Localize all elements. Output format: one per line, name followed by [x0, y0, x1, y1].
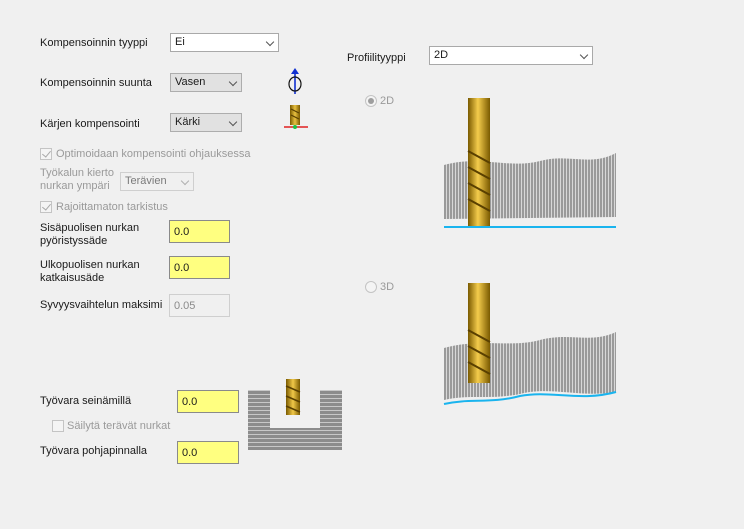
- floor-stock-input[interactable]: [177, 441, 239, 464]
- profile-type-label: Profiilityyppi: [347, 52, 406, 64]
- inner-radius-input[interactable]: [169, 220, 230, 243]
- wall-stock-input[interactable]: [177, 390, 239, 413]
- tip-compensation-select[interactable]: Kärki: [170, 113, 242, 132]
- profile-3d-label: 3D: [380, 281, 395, 293]
- outer-chamfer-label-line1: Ulkopuolisen nurkan: [40, 259, 140, 271]
- corner-rotation-select[interactable]: Terävien: [120, 172, 194, 191]
- inner-radius-label-line1: Sisäpuolisen nurkan: [40, 222, 140, 234]
- profile-3d-illustration: [443, 283, 617, 405]
- radio-selected-dot: [368, 98, 374, 104]
- compensation-direction-icon: [288, 68, 302, 94]
- depth-variation-input[interactable]: [169, 294, 230, 317]
- compensation-direction-label: Kompensoinnin suunta: [40, 77, 152, 89]
- outer-chamfer-input[interactable]: [169, 256, 230, 279]
- chevron-down-icon: [228, 77, 238, 87]
- compensation-type-value: Ei: [175, 36, 185, 48]
- checkmark-icon: [42, 201, 51, 211]
- corner-rotation-label-line1: Työkalun kierto: [40, 167, 114, 179]
- profile-type-value: 2D: [434, 49, 449, 61]
- profile-3d-radio[interactable]: [365, 281, 377, 293]
- tip-compensation-label: Kärjen kompensointi: [40, 118, 140, 130]
- chevron-down-icon: [228, 117, 238, 127]
- checkmark-icon: [42, 148, 51, 158]
- sharp-corners-label: Säilytä terävät nurkat: [67, 420, 171, 432]
- outer-chamfer-label-line2: katkaisusäde: [40, 272, 105, 284]
- tip-compensation-value: Kärki: [175, 116, 201, 128]
- compensation-type-label: Kompensoinnin tyyppi: [40, 37, 148, 49]
- compensation-direction-select[interactable]: Vasen: [170, 73, 242, 92]
- tool-tip-icon: [284, 105, 308, 129]
- sharp-corners-checkbox[interactable]: [52, 420, 64, 432]
- corner-rotation-value: Terävien: [125, 175, 167, 187]
- chevron-down-icon: [579, 50, 589, 60]
- profile-2d-label: 2D: [380, 95, 395, 107]
- stock-illustration: [248, 379, 342, 450]
- unlimited-check-checkbox[interactable]: [40, 201, 52, 213]
- chevron-down-icon: [265, 37, 275, 47]
- profile-2d-radio[interactable]: [365, 95, 377, 107]
- corner-rotation-label-line2: nurkan ympäri: [40, 180, 110, 192]
- compensation-type-select[interactable]: Ei: [170, 33, 279, 52]
- compensation-direction-value: Vasen: [175, 76, 206, 88]
- optimize-compensation-checkbox[interactable]: [40, 148, 52, 160]
- floor-stock-label: Työvara pohjapinnalla: [40, 445, 148, 457]
- depth-variation-label: Syvyysvaihtelun maksimi: [40, 299, 163, 311]
- unlimited-check-label: Rajoittamaton tarkistus: [56, 201, 168, 213]
- optimize-compensation-label: Optimoidaan kompensointi ohjauksessa: [56, 148, 251, 160]
- inner-radius-label-line2: pyöristyssäde: [40, 235, 108, 247]
- wall-stock-label: Työvara seinämillä: [40, 395, 132, 407]
- chevron-down-icon: [180, 176, 190, 186]
- profile-2d-illustration: [444, 98, 616, 228]
- profile-type-select[interactable]: 2D: [429, 46, 593, 65]
